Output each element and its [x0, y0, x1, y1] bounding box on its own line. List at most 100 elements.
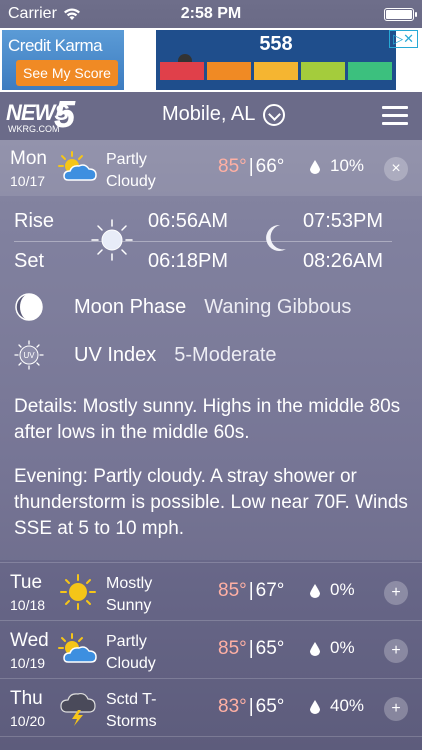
- raindrop-icon: [310, 642, 320, 656]
- wifi-icon: [63, 8, 80, 20]
- raindrop-icon: [310, 584, 320, 598]
- forecast-low: 67°: [255, 580, 285, 601]
- ad-brand-panel[interactable]: Credit Karma See My Score: [2, 30, 124, 90]
- forecast-low: 65°: [255, 696, 285, 717]
- battery-icon: [384, 7, 417, 21]
- details-summary: Details: Mostly sunny. Highs in the midd…: [14, 396, 401, 443]
- row-divider: [0, 620, 422, 621]
- forecast-low: 65°: [255, 638, 285, 659]
- raindrop-icon: [310, 160, 320, 174]
- forecast-high: 85°: [218, 156, 247, 177]
- forecast-row[interactable]: Tue 10/18 Mostly Sunny 85° | 67° 0% +: [0, 564, 422, 620]
- forecast-row[interactable]: Wed 10/19 Partly Cloudy 85° | 65° 0% +: [0, 622, 422, 678]
- battery-fill: [386, 9, 412, 19]
- forecast-date: 10/20: [10, 713, 46, 729]
- status-right: [384, 7, 422, 21]
- collapse-button[interactable]: ×: [384, 157, 408, 181]
- forecast-condition: Partly Cloudy: [106, 631, 156, 675]
- status-left: Carrier: [0, 5, 81, 23]
- station-logo[interactable]: NEWS 5 WKRG.COM: [6, 94, 98, 136]
- forecast-high: 85°: [218, 638, 247, 659]
- forecast-temps: 85° | 67°: [218, 580, 285, 601]
- forecast-precip: 0%: [330, 580, 355, 599]
- rise-set-section: Rise Set 06:56AM 06:18PM 07:53PM 08:26AM: [0, 196, 422, 290]
- forecast-condition-line2: Cloudy: [106, 173, 156, 190]
- forecast-condition: Sctd T- Storms: [106, 689, 157, 733]
- location-name: Mobile, AL: [162, 103, 256, 125]
- forecast-precip: 0%: [330, 638, 355, 657]
- app-header: NEWS 5 WKRG.COM Mobile, AL: [0, 92, 422, 140]
- status-bar: Carrier 2:58 PM: [0, 0, 422, 28]
- ad-score-bars: [160, 62, 392, 80]
- moonrise-time: 07:53PM: [303, 210, 384, 232]
- forecast-temps: 85° | 66°: [218, 156, 285, 177]
- forecast-condition-line2: Cloudy: [106, 655, 156, 672]
- forecast-day: Mon: [10, 148, 47, 169]
- moon-phase-value: Waning Gibbous: [204, 295, 352, 318]
- row-divider: [0, 678, 422, 679]
- moonset-time: 08:26AM: [303, 250, 384, 272]
- forecast-condition-line1: Mostly: [106, 575, 153, 592]
- forecast-precip: 40%: [330, 696, 365, 715]
- row-divider: [0, 736, 422, 737]
- forecast-high: 83°: [218, 696, 247, 717]
- hamburger-menu-icon[interactable]: [382, 106, 408, 126]
- forecast-day: Tue: [10, 572, 43, 593]
- raindrop-icon: [310, 700, 320, 714]
- set-label: Set: [14, 250, 45, 272]
- partly-cloudy-icon: [58, 633, 97, 663]
- forecast-date: 10/19: [10, 655, 46, 671]
- forecast-condition-line1: Partly: [106, 633, 147, 650]
- uv-index-value: 5-Moderate: [174, 343, 277, 366]
- ad-cta-button[interactable]: See My Score: [16, 60, 118, 86]
- forecast-precip: 10%: [330, 156, 365, 175]
- ad-choices-icon[interactable]: ▷✕: [389, 30, 418, 48]
- forecast-condition: Mostly Sunny: [106, 573, 152, 617]
- expand-button[interactable]: +: [384, 639, 408, 663]
- ad-score-value: 558: [259, 33, 293, 55]
- carrier-label: Carrier: [8, 5, 57, 22]
- ad-score-bar-segment: [301, 62, 345, 80]
- chevron-down-icon[interactable]: [263, 103, 286, 126]
- row-divider: [0, 562, 422, 563]
- forecast-low: 66°: [255, 156, 285, 177]
- ad-score-bar-segment: [160, 62, 204, 80]
- moon-phase-label: Moon Phase: [74, 295, 187, 318]
- ad-banner[interactable]: Credit Karma See My Score 558 ▷✕: [0, 28, 422, 92]
- moon-phase-row: Moon Phase Waning Gibbous: [14, 292, 351, 322]
- rise-label: Rise: [14, 210, 55, 232]
- ad-score-panel[interactable]: 558: [156, 30, 396, 90]
- forecast-date: 10/17: [10, 173, 46, 189]
- sunrise-time: 06:56AM: [148, 210, 229, 232]
- forecast-day: Thu: [10, 688, 43, 709]
- expand-button[interactable]: +: [384, 581, 408, 605]
- evening-forecast: Evening: Partly cloudy. A stray shower o…: [14, 466, 408, 539]
- partly-cloudy-icon: [58, 151, 97, 181]
- uv-index-row: UV UV Index 5-Moderate: [14, 340, 277, 370]
- sun-icon: [60, 574, 96, 610]
- forecast-temps: 83° | 65°: [218, 696, 285, 717]
- forecast-date: 10/18: [10, 597, 46, 613]
- forecast-row-today[interactable]: Mon 10/17 Partly Cloudy 85° | 66° 10% ×: [0, 140, 422, 196]
- location-selector[interactable]: Mobile, AL: [162, 103, 286, 126]
- sun-horizon-icon: [91, 219, 133, 261]
- expand-button[interactable]: +: [384, 697, 408, 721]
- forecast-condition-line1: Sctd T-: [106, 691, 157, 708]
- moon-icon: [266, 224, 286, 251]
- forecast-temps: 85° | 65°: [218, 638, 285, 659]
- forecast-condition: Partly Cloudy: [106, 149, 156, 193]
- moon-phase-icon: [15, 293, 43, 321]
- forecast-high: 85°: [218, 580, 247, 601]
- logo-url: WKRG.COM: [8, 124, 60, 134]
- ad-score-bar-segment: [348, 62, 392, 80]
- forecast-row[interactable]: Thu 10/20 Sctd T- Storms 83° | 65° 40% +: [0, 680, 422, 736]
- forecast-day: Wed: [10, 630, 49, 651]
- uv-index-label: UV Index: [74, 343, 157, 366]
- thunderstorm-icon: [60, 692, 96, 726]
- uv-icon-text: UV: [23, 351, 35, 360]
- horizon-line: [14, 241, 392, 242]
- day-details-panel: Rise Set 06:56AM 06:18PM 07:53PM 08:26AM…: [0, 196, 422, 560]
- ad-brand-logo: Credit Karma: [8, 36, 103, 55]
- forecast-condition-line1: Partly: [106, 151, 147, 168]
- uv-icon: UV: [14, 340, 44, 370]
